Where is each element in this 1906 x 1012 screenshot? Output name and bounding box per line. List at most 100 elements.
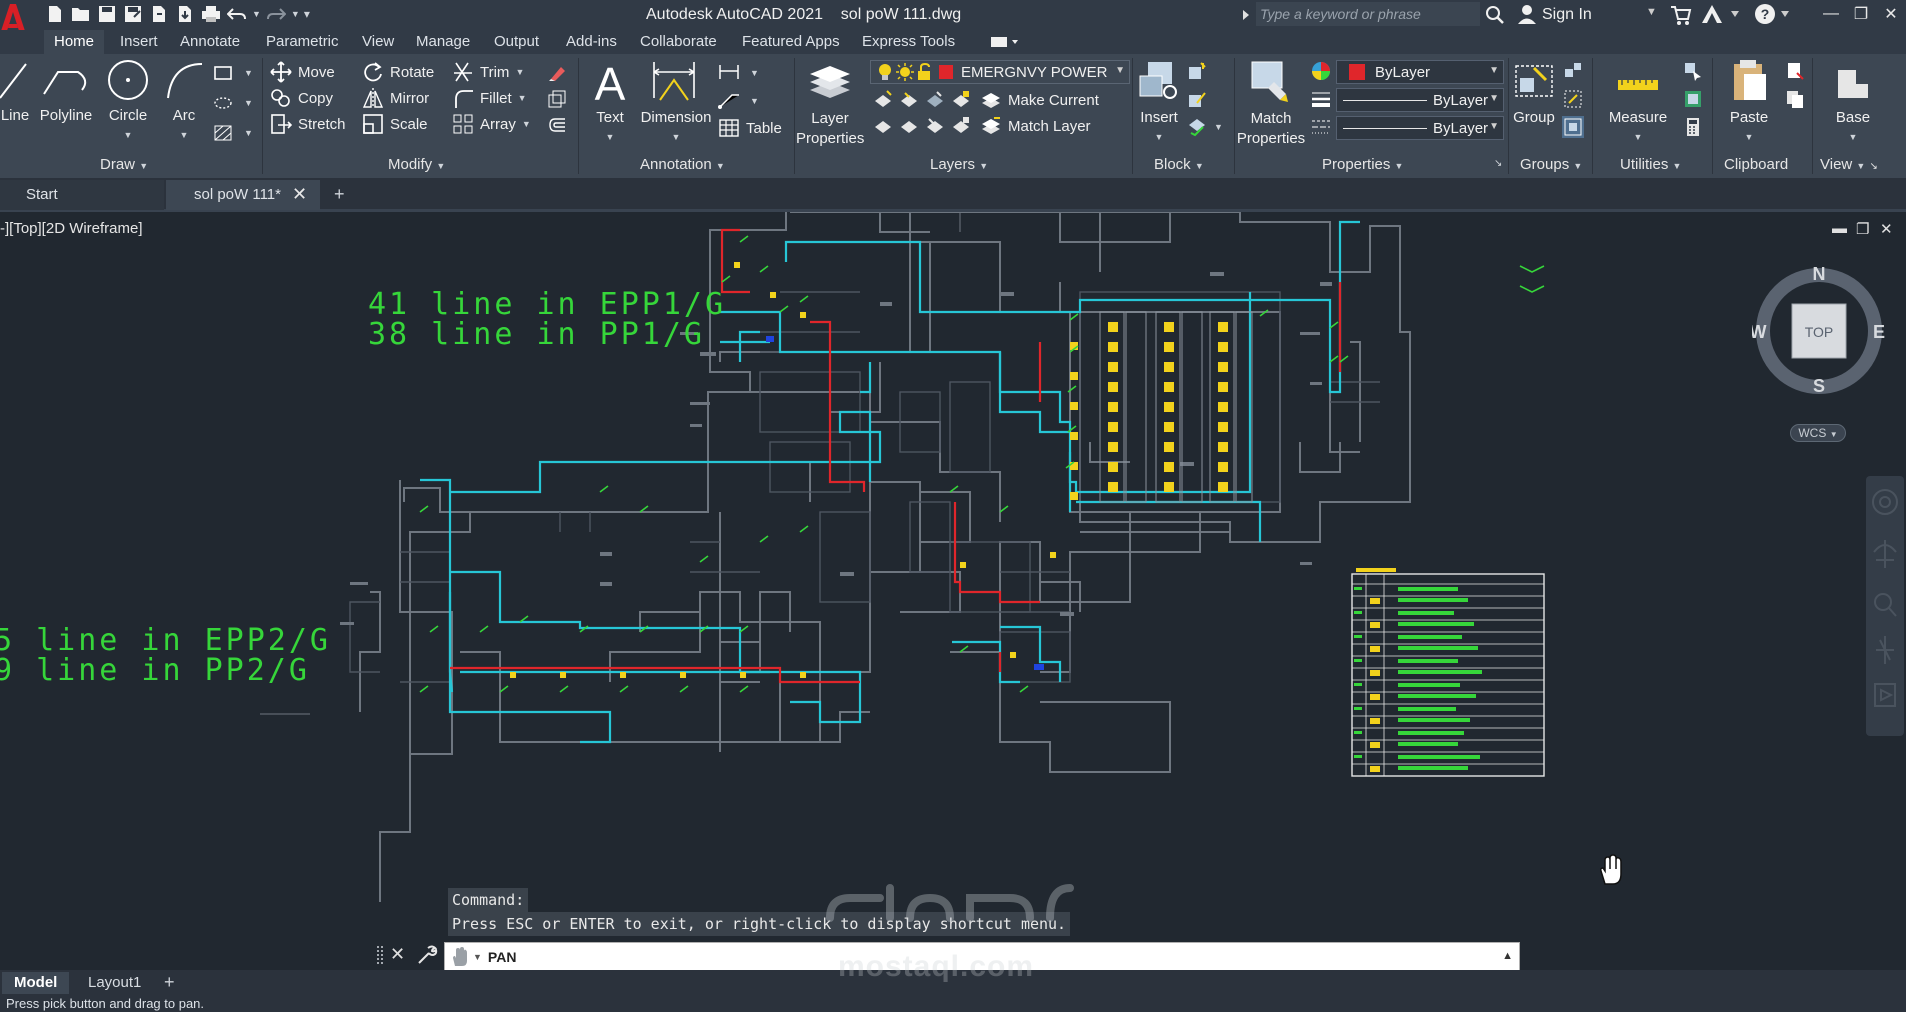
group-button[interactable]: Group (1510, 58, 1558, 127)
recent-commands-dropdown-icon[interactable]: ▼ (473, 952, 482, 962)
attributes-dropdown-icon[interactable]: ▼ (1214, 122, 1223, 132)
tab-collaborate[interactable]: Collaborate (640, 30, 717, 54)
autodesk-app-store-icon[interactable] (1700, 3, 1724, 25)
block-panel-title[interactable]: Block ▼ (1154, 156, 1204, 173)
tab-featured-apps[interactable]: Featured Apps (742, 30, 840, 54)
trim-button[interactable]: Trim ▼ (452, 60, 524, 84)
redo-dropdown-icon[interactable]: ▼ (291, 9, 300, 19)
copy-button[interactable]: Copy (270, 86, 333, 110)
array-button[interactable]: Array ▼ (452, 112, 531, 136)
orbit-icon[interactable] (1876, 636, 1894, 664)
layers-panel-title[interactable]: Layers ▼ (930, 156, 988, 173)
open-folder-icon[interactable] (70, 3, 92, 25)
array-dropdown-icon[interactable]: ▼ (522, 119, 531, 129)
compass-west[interactable]: W (1752, 322, 1767, 342)
zoom-extents-icon[interactable] (1874, 593, 1892, 611)
layer-unlock-icon[interactable] (950, 114, 972, 136)
tab-express-tools[interactable]: Express Tools (862, 30, 955, 54)
drag-handle-icon[interactable] (376, 944, 384, 968)
customize-qat-icon[interactable]: ▾ (304, 7, 310, 21)
compass-east[interactable]: E (1873, 322, 1885, 342)
circle-dropdown-icon[interactable]: ▼ (124, 130, 133, 140)
insert-block-button[interactable]: Insert ▼ (1134, 58, 1184, 145)
properties-panel-title[interactable]: Properties ▼ (1322, 156, 1403, 173)
viewcube[interactable]: TOP N S E W (1752, 264, 1886, 398)
draw-panel-title[interactable]: Draw ▼ (100, 156, 148, 173)
move-button[interactable]: Move (270, 60, 335, 84)
properties-dialog-launcher-icon[interactable]: ↘ (1494, 158, 1502, 169)
text-dropdown-icon[interactable]: ▼ (606, 132, 615, 142)
circle-button[interactable]: Circle ▼ (104, 58, 152, 143)
redo-icon[interactable] (265, 3, 287, 25)
wrench-icon[interactable] (416, 944, 438, 966)
group-select-icon[interactable] (1562, 116, 1584, 138)
pan-icon[interactable] (1873, 540, 1897, 568)
save-as-icon[interactable] (122, 3, 144, 25)
make-current-button[interactable]: Make Current (980, 88, 1099, 112)
layer-thaw-icon[interactable] (898, 114, 920, 136)
stretch-button[interactable]: Stretch (270, 112, 346, 136)
search-input[interactable]: Type a keyword or phrase (1256, 2, 1480, 26)
tab-view[interactable]: View (362, 30, 394, 54)
compass-north[interactable]: N (1813, 264, 1826, 284)
linear-dropdown-icon[interactable]: ▼ (750, 68, 759, 78)
layer-dropdown[interactable]: EMERGNVY POWER ▼ (870, 60, 1130, 84)
linetype-dropdown[interactable]: ByLayer ▼ (1336, 116, 1504, 140)
erase-icon[interactable] (546, 62, 568, 84)
utilities-panel-title[interactable]: Utilities ▼ (1620, 156, 1681, 173)
dimension-button[interactable]: Dimension ▼ (638, 58, 714, 145)
match-properties-button[interactable]: Match Properties (1236, 58, 1306, 149)
edit-block-icon[interactable] (1186, 88, 1208, 110)
leader-dropdown-icon[interactable]: ▼ (750, 96, 759, 106)
search-icon[interactable] (1484, 4, 1506, 26)
trim-dropdown-icon[interactable]: ▼ (515, 67, 524, 77)
tab-parametric[interactable]: Parametric (266, 30, 339, 54)
cart-icon[interactable] (1670, 4, 1692, 26)
tab-add-ins[interactable]: Add-ins (566, 30, 617, 54)
explode-icon[interactable] (546, 88, 568, 110)
mirror-button[interactable]: Mirror (362, 86, 429, 110)
quick-select-icon[interactable] (1682, 60, 1704, 82)
layer-isolate-icon[interactable] (898, 88, 920, 110)
annotation-panel-title[interactable]: Annotation ▼ (640, 156, 725, 173)
polyline-button[interactable]: Polyline (38, 58, 94, 125)
tab-output[interactable]: Output (494, 30, 539, 54)
fillet-button[interactable]: Fillet ▼ (452, 86, 527, 110)
hatch-dropdown-icon[interactable]: ▼ (244, 98, 253, 108)
linetype-icon[interactable] (1310, 116, 1332, 138)
clipboard-panel-title[interactable]: Clipboard (1724, 156, 1788, 173)
color-dropdown[interactable]: ByLayer ▼ (1336, 60, 1504, 84)
new-tab-icon[interactable]: + (334, 184, 345, 205)
layer-properties-button[interactable]: Layer Properties (796, 58, 864, 149)
measure-button[interactable]: Measure ▼ (1600, 58, 1676, 145)
edit-attributes-icon[interactable] (1186, 116, 1208, 138)
line-button[interactable]: Line (0, 58, 30, 125)
rectangle-icon[interactable] (212, 62, 234, 84)
close-window-button[interactable]: ✕ (1876, 2, 1906, 26)
group-edit-icon[interactable] (1562, 88, 1584, 110)
layer-off-icon[interactable] (872, 88, 894, 110)
open-web-icon[interactable] (148, 3, 170, 25)
insert-dropdown-icon[interactable]: ▼ (1155, 132, 1164, 142)
sign-in-dropdown-icon[interactable]: ▼ (1646, 6, 1657, 18)
modify-panel-title[interactable]: Modify ▼ (388, 156, 445, 173)
gradient-icon[interactable] (212, 122, 234, 144)
compass-south[interactable]: S (1813, 376, 1825, 396)
lineweight-dropdown[interactable]: ByLayer ▼ (1336, 88, 1504, 112)
groups-panel-title[interactable]: Groups ▼ (1520, 156, 1582, 173)
steering-wheel-icon[interactable] (1872, 489, 1898, 515)
sign-in-button[interactable]: Sign In (1542, 6, 1592, 24)
layer-walk-icon[interactable] (924, 114, 946, 136)
base-dropdown-icon[interactable]: ▼ (1849, 132, 1858, 142)
layer-unisolate-icon[interactable] (872, 114, 894, 136)
undo-dropdown-icon[interactable]: ▼ (252, 9, 261, 19)
drawing-canvas[interactable]: -][Top][2D Wireframe] ▬ ❐ ✕ 41 line in E… (0, 212, 1906, 970)
hatch-icon[interactable] (212, 92, 234, 114)
tab-start[interactable]: Start (0, 180, 164, 210)
ribbon-minimize-icon[interactable] (990, 34, 1020, 50)
tab-manage[interactable]: Manage (416, 30, 470, 54)
linear-dimension-icon[interactable] (718, 60, 740, 82)
arc-button[interactable]: Arc ▼ (162, 58, 206, 143)
measure-dropdown-icon[interactable]: ▼ (1634, 132, 1643, 142)
expand-history-icon[interactable]: ▲ (1502, 950, 1513, 962)
